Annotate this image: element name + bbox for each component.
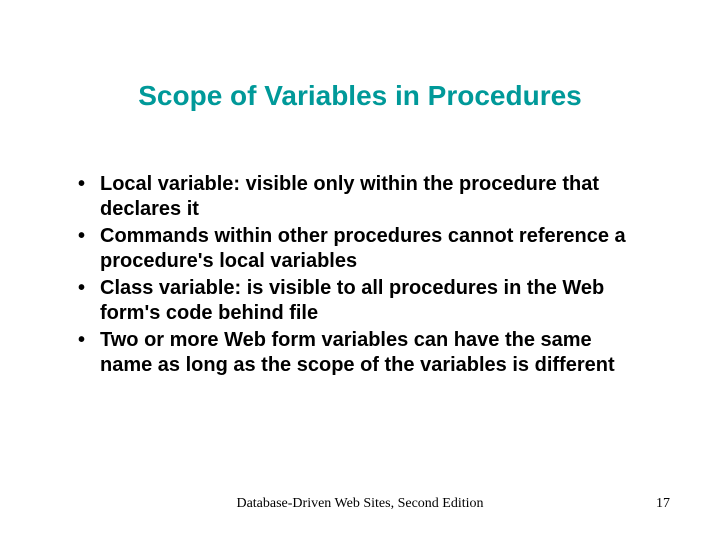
list-item: Commands within other procedures cannot …	[72, 224, 648, 274]
list-item: Class variable: is visible to all proced…	[72, 276, 648, 326]
list-item: Local variable: visible only within the …	[72, 172, 648, 222]
slide-footer: Database-Driven Web Sites, Second Editio…	[0, 496, 720, 512]
slide: Scope of Variables in Procedures Local v…	[0, 0, 720, 540]
list-item: Two or more Web form variables can have …	[72, 328, 648, 378]
bullet-list: Local variable: visible only within the …	[72, 172, 648, 378]
slide-content: Local variable: visible only within the …	[0, 142, 720, 378]
page-number: 17	[656, 496, 670, 512]
slide-title: Scope of Variables in Procedures	[0, 0, 720, 142]
footer-text: Database-Driven Web Sites, Second Editio…	[0, 496, 720, 512]
